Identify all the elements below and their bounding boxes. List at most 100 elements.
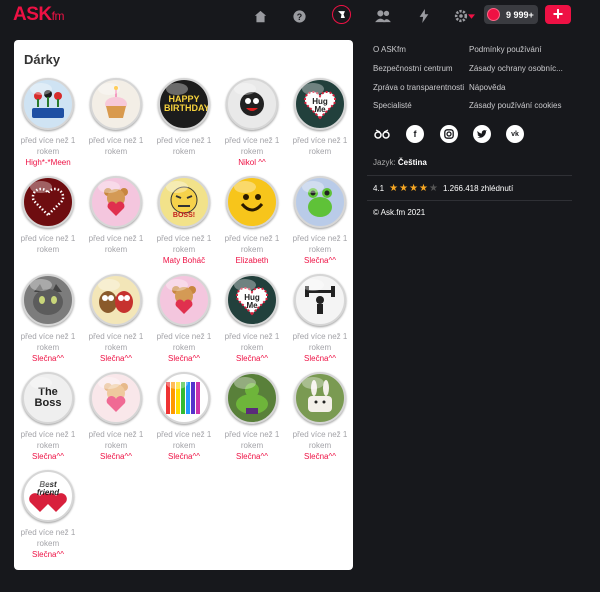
hug-me-text: Hug Me [312,97,328,114]
pencils-gift-icon [158,372,210,424]
facebook-icon[interactable]: f [406,125,424,143]
gift-item[interactable]: před více než 1 rokem Slečna^^ [82,372,150,462]
gift-item[interactable]: před více než 1 rokem Slečna^^ [286,274,353,364]
gift-date: před více než 1 rokem [292,234,348,254]
gift-item[interactable]: před více než 1 rokem [82,78,150,157]
gift-sender[interactable]: Elizabeth [218,255,286,266]
downloads-count: 1.266.418 zhlédnutí [442,184,514,193]
gift-item[interactable]: před více než 1 rokem Slečna^^ [286,176,353,266]
ask-question-button[interactable]: + [545,5,571,24]
gift-sender[interactable]: Slečna^^ [218,353,286,364]
teddy-bear-gift-icon [158,274,210,326]
language-label: Jazyk: [373,158,396,167]
vk-icon[interactable]: vk [506,125,524,143]
teddy-bear-gift-icon [90,176,142,228]
link-about[interactable]: O ASKfm [373,45,406,54]
gift-sender[interactable]: Slečna^^ [14,549,82,560]
copyright: © Ask.fm 2021 [373,208,426,217]
friends-icon[interactable] [373,6,393,26]
ask-icon[interactable] [373,125,391,143]
gift-item[interactable]: Hug Me před více než 1 rokem Slečna^^ [218,274,286,364]
gifts-card: Dárky před více než 1 rokem High*-*Meen … [14,40,353,570]
gift-sender[interactable]: High*-*Meen [14,157,82,168]
gift-item[interactable]: před více než 1 rokem Slečna^^ [14,274,82,364]
dropdown-caret-icon[interactable] [466,6,476,26]
lightning-icon[interactable] [414,6,434,26]
gift-item[interactable]: před více než 1 rokem High*-*Meen [14,78,82,168]
rating-value: 4.1 [373,184,385,193]
star-icon: ★ [419,183,428,194]
star-icon: ★ [429,183,438,194]
gift-date: před více než 1 rokem [20,136,76,156]
link-transparency-report[interactable]: Zpráva o transparentnosti [373,83,464,92]
link-specialists[interactable]: Specialisté [373,101,412,110]
gift-date: před více než 1 rokem [156,430,212,450]
gift-sender[interactable]: Nikol ^^ [218,157,286,168]
question-icon[interactable]: ? [289,6,309,26]
gift-item[interactable]: před více než 1 rokem Nikol ^^ [218,78,286,168]
gift-item[interactable]: Hug Me před více než 1 rokem [286,78,353,157]
gift-sender[interactable]: Maty Boháč [150,255,218,266]
gift-item[interactable]: před více než 1 rokem Slečna^^ [150,274,218,364]
smiley-gift-icon [226,176,278,228]
link-privacy-policy[interactable]: Zásady ochrany osobníc... [469,64,563,73]
happy-birthday-gift-icon: HAPPY BIRTHDAY [158,78,210,130]
coins-balance[interactable]: 9 999+ [484,5,538,24]
heart-gift-icon [22,176,74,228]
language-selector[interactable]: Jazyk: Čeština [373,158,427,167]
gift-item[interactable]: před více než 1 rokem [14,176,82,255]
askfm-logo[interactable]: ASKfm [13,4,64,26]
gift-date: před více než 1 rokem [20,332,76,352]
star-icon: ★ [399,183,409,194]
divider [367,200,572,201]
gift-item[interactable]: před více než 1 rokem Elizabeth [218,176,286,266]
link-safety-center[interactable]: Bezpečnostní centrum [373,64,453,73]
gift-item[interactable]: před více než 1 rokem Slečna^^ [82,274,150,364]
home-icon[interactable] [250,6,270,26]
boss-text: BOSS! [172,212,196,219]
gift-item[interactable]: BOSS! před více než 1 rokem Maty Boháč [150,176,218,266]
gift-sender[interactable]: Slečna^^ [82,353,150,364]
fire-icon[interactable] [332,5,351,24]
coin-icon [487,8,500,21]
gift-item[interactable]: Best friend před více než 1 rokem Slečna… [14,470,82,560]
gym-gift-icon [294,274,346,326]
gift-item[interactable]: HAPPY BIRTHDAY před více než 1 rokem [150,78,218,157]
gift-sender[interactable]: Slečna^^ [150,353,218,364]
instagram-icon[interactable] [440,125,458,143]
rating-stars: ★★★★★ [388,183,438,194]
coins-count: 9 999+ [506,9,534,20]
gift-sender[interactable]: Slečna^^ [286,451,353,462]
gift-sender[interactable]: Slečna^^ [218,451,286,462]
best-friend-gift-icon: Best friend [22,470,74,522]
teddy-heart-gift-icon [90,372,142,424]
gift-sender[interactable]: Slečna^^ [286,255,353,266]
gift-date: před více než 1 rokem [156,234,212,254]
gift-sender[interactable]: Slečna^^ [286,353,353,364]
the-boss-gift-icon: The Boss [22,372,74,424]
gift-sender[interactable]: Slečna^^ [14,451,82,462]
gift-date: před více než 1 rokem [292,136,348,156]
link-help[interactable]: Nápověda [469,83,505,92]
gift-sender[interactable]: Slečna^^ [14,353,82,364]
gift-sender[interactable]: Slečna^^ [150,451,218,462]
svg-text:?: ? [296,11,301,21]
twitter-icon[interactable] [473,125,491,143]
link-cookies-policy[interactable]: Zásady používání cookies [469,101,562,110]
language-value[interactable]: Čeština [398,158,427,167]
gift-item[interactable]: The Boss před více než 1 rokem Slečna^^ [14,372,82,462]
gift-item[interactable]: před více než 1 rokem Slečna^^ [150,372,218,462]
bunny-gift-icon [294,372,346,424]
cupcake-gift-icon [90,78,142,130]
gift-sender[interactable]: Slečna^^ [82,451,150,462]
gift-item[interactable]: před více než 1 rokem Slečna^^ [286,372,353,462]
gift-date: před více než 1 rokem [224,234,280,254]
link-terms[interactable]: Podmínky používání [469,45,541,54]
app-rating: 4.1 ★★★★★ 1.266.418 zhlédnutí [373,183,513,194]
gift-date: před více než 1 rokem [156,136,212,156]
gift-date: před více než 1 rokem [88,234,144,254]
logo-main-text: ASK [13,4,52,25]
gift-item[interactable]: před více než 1 rokem Slečna^^ [218,372,286,462]
gift-date: před více než 1 rokem [20,234,76,254]
gift-item[interactable]: před více než 1 rokem [82,176,150,255]
